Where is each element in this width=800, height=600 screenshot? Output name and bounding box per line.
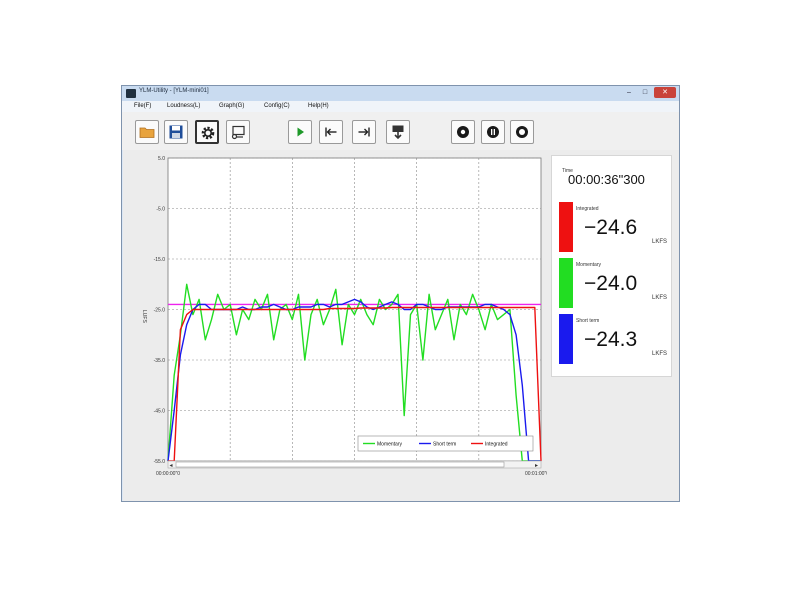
- download-icon: [392, 125, 404, 140]
- play-button[interactable]: [288, 120, 312, 144]
- skip-start-icon: [325, 127, 337, 137]
- momentary-value: −24.0: [584, 272, 638, 295]
- record-button[interactable]: [451, 120, 475, 144]
- scroll-left-icon[interactable]: ◂: [170, 463, 173, 469]
- minimize-icon[interactable]: –: [622, 87, 636, 98]
- app-icon: [126, 89, 136, 98]
- maximize-icon[interactable]: □: [638, 87, 652, 98]
- time-value: 00:00:36"300: [568, 172, 645, 187]
- x-tick-label: 00:00:00"0: [156, 471, 180, 477]
- pause-circle-icon: [487, 126, 499, 138]
- short-term-label: Short term: [576, 318, 600, 324]
- play-icon: [297, 127, 304, 137]
- skip-end-icon: [358, 127, 370, 137]
- save-button[interactable]: [164, 120, 188, 144]
- y-axis-label: LUFS: [141, 310, 147, 323]
- momentary-label: Momentary: [576, 262, 602, 268]
- menu-help[interactable]: Help(H): [308, 103, 329, 109]
- settings-button[interactable]: [195, 120, 219, 144]
- y-tick-label: -45.0: [154, 409, 166, 415]
- meter-card: Time 00:00:36"300 Integrated −24.6 LKFS …: [551, 155, 672, 377]
- integrated-value: −24.6: [584, 216, 638, 239]
- short-term-unit: LKFS: [652, 351, 668, 357]
- integrated-color-bar: [559, 202, 573, 252]
- window-title: YLM-Utility - [YLM-mini01]: [139, 88, 209, 94]
- app-window: YLM-Utility - [YLM-mini01] – □ ✕ File(F)…: [121, 85, 680, 502]
- download-button[interactable]: [386, 120, 410, 144]
- integrated-unit: LKFS: [652, 239, 668, 245]
- loudness-chart: 5.0 -5.0 -15.0 -25.0 -35.0 -45.0 -55.0 00:00:00…: [141, 156, 549, 477]
- plot-area: 5.0 -5.0 -15.0 -25.0 -35.0 -45.0 -55.0 00:00:00…: [123, 150, 549, 501]
- legend: Momentary Short term Integrated: [357, 435, 534, 452]
- stop-button[interactable]: [510, 120, 534, 144]
- y-tick-label: -55.0: [154, 459, 166, 465]
- y-tick-label: -25.0: [154, 308, 166, 314]
- menu-config[interactable]: Config(C): [264, 103, 290, 109]
- title-bar: YLM-Utility - [YLM-mini01] – □ ✕: [122, 86, 679, 101]
- meter-panel: Time 00:00:36"300 Integrated −24.6 LKFS …: [547, 150, 679, 501]
- floppy-disk-icon: [169, 125, 183, 139]
- folder-icon: [139, 127, 155, 138]
- scrollbar-thumb[interactable]: [175, 461, 505, 468]
- y-tick-label: -35.0: [154, 358, 166, 364]
- y-tick-label: -5.0: [156, 207, 165, 213]
- ring-icon: [516, 126, 528, 138]
- integrated-label: Integrated: [576, 206, 599, 212]
- y-tick-label: -15.0: [154, 257, 166, 263]
- close-icon[interactable]: ✕: [654, 87, 676, 98]
- toolbar: [122, 112, 679, 150]
- momentary-color-bar: [559, 258, 573, 308]
- y-tick-label: 5.0: [158, 156, 165, 162]
- scroll-right-icon[interactable]: ▸: [535, 463, 538, 469]
- gear-icon: [201, 126, 215, 140]
- short-term-color-bar: [559, 314, 573, 364]
- momentary-unit: LKFS: [652, 295, 668, 301]
- legend-integrated: Integrated: [485, 442, 508, 448]
- legend-short-term: Short term: [433, 442, 456, 448]
- menu-graph[interactable]: Graph(G): [219, 103, 244, 109]
- x-tick-label: 00:01:00"0: [525, 471, 547, 477]
- legend-momentary: Momentary: [377, 442, 403, 448]
- circle-icon: [457, 126, 469, 138]
- pause-button[interactable]: [481, 120, 505, 144]
- go-to-end-button[interactable]: [352, 120, 376, 144]
- device-button[interactable]: [226, 120, 250, 144]
- open-folder-button[interactable]: [135, 120, 159, 144]
- short-term-value: −24.3: [584, 328, 638, 351]
- menu-loudness[interactable]: Loudness(L): [167, 103, 200, 109]
- go-to-start-button[interactable]: [319, 120, 343, 144]
- menu-bar: File(F) Loudness(L) Graph(G) Config(C) H…: [122, 101, 679, 112]
- scrollbar[interactable]: ◂ ▸: [167, 460, 542, 469]
- menu-file[interactable]: File(F): [134, 103, 151, 109]
- device-icon: [231, 125, 245, 140]
